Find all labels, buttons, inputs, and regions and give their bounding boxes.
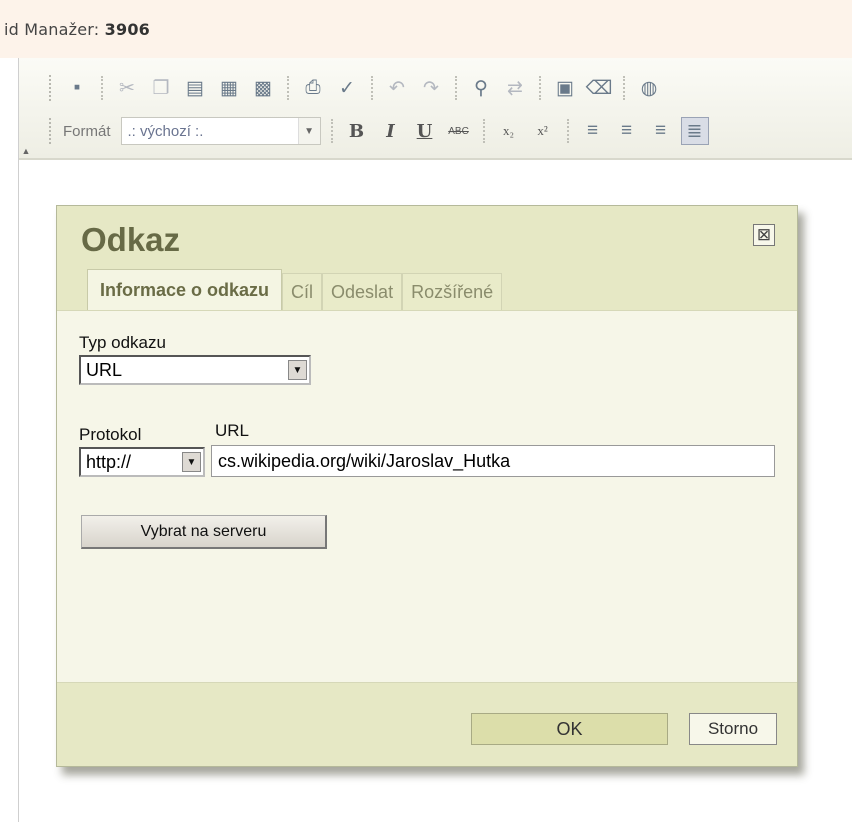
url-input[interactable]: cs.wikipedia.org/wiki/Jaroslav_Hutka: [211, 445, 775, 477]
print-icon[interactable]: ⎙: [299, 74, 327, 102]
toolbar-grip[interactable]: [49, 75, 53, 101]
link-icon[interactable]: ◍: [635, 74, 663, 102]
redo-icon[interactable]: ↷: [417, 74, 445, 102]
format-select[interactable]: .: výchozí :. ▼: [120, 117, 321, 145]
underline-button[interactable]: U: [411, 117, 439, 145]
align-center-icon[interactable]: ≡: [613, 117, 641, 145]
spellcheck-icon[interactable]: ✓: [333, 74, 361, 102]
replace-icon[interactable]: ⇄: [501, 74, 529, 102]
toolbar-separator: [455, 76, 457, 100]
cancel-button[interactable]: Storno: [689, 713, 777, 745]
close-icon[interactable]: ⊠: [753, 224, 775, 246]
toolbar-separator: [330, 119, 333, 143]
tab-upload[interactable]: Odeslat: [322, 273, 403, 311]
link-dialog: Odkaz ⊠ Informace o odkazu Cíl Odeslat R…: [56, 205, 798, 767]
toolbar-row-1: ▪ ✂ ❐ ▤ ▦ ▩ ⎙ ✓ ↶ ↷ ⚲ ⇄ ▣ ⌫ ◍: [49, 71, 663, 105]
dialog-body: Typ odkazu URL ▼ Protokol URL http:// ▼ …: [57, 310, 797, 682]
manager-id-value: 3906: [104, 20, 151, 39]
manager-id-label: id Manažer:: [4, 20, 100, 39]
toolbar-grip[interactable]: [49, 118, 53, 144]
undo-icon[interactable]: ↶: [383, 74, 411, 102]
browse-server-button[interactable]: Vybrat na serveru: [81, 515, 327, 549]
toolbar-separator: [287, 76, 289, 100]
strikethrough-button[interactable]: ABC: [445, 117, 473, 145]
bold-button[interactable]: B: [343, 117, 371, 145]
manager-id: id Manažer: 3906: [4, 20, 150, 39]
link-type-select[interactable]: URL ▼: [79, 355, 311, 385]
copy-icon[interactable]: ❐: [147, 74, 175, 102]
format-label: Formát: [63, 122, 111, 140]
protocol-select[interactable]: http:// ▼: [79, 447, 205, 477]
tab-link-info[interactable]: Informace o odkazu: [87, 269, 283, 311]
toolbar-separator: [371, 76, 373, 100]
tab-target[interactable]: Cíl: [282, 273, 323, 311]
toolbar-separator: [482, 119, 485, 143]
align-left-icon[interactable]: ≡: [579, 117, 607, 145]
toolbar-separator: [566, 119, 569, 143]
remove-format-icon[interactable]: ⌫: [585, 74, 613, 102]
cut-icon[interactable]: ✂: [113, 74, 141, 102]
editor-toolbar: ▲ ▪ ✂ ❐ ▤ ▦ ▩ ⎙ ✓ ↶ ↷ ⚲ ⇄ ▣ ⌫ ◍ Formát .…: [19, 58, 852, 160]
paste-text-icon[interactable]: ▦: [215, 74, 243, 102]
protocol-value: http://: [86, 452, 132, 472]
toolbar-row-2: Formát .: výchozí :. ▼ B I U ABC x₂ x² ≡…: [49, 114, 709, 148]
save-icon[interactable]: ▪: [63, 74, 91, 102]
link-type-label: Typ odkazu: [79, 333, 166, 352]
paste-icon[interactable]: ▤: [181, 74, 209, 102]
dialog-header: Odkaz ⊠ Informace o odkazu Cíl Odeslat R…: [57, 206, 797, 311]
collapse-toolbar-icon[interactable]: ▲: [19, 144, 33, 158]
tab-advanced[interactable]: Rozšířené: [402, 273, 503, 311]
dialog-tabs: Informace o odkazu Cíl Odeslat Rozšířené: [87, 269, 503, 311]
find-icon[interactable]: ⚲: [467, 74, 495, 102]
chevron-down-icon[interactable]: ▼: [288, 360, 307, 380]
chevron-down-icon[interactable]: ▼: [297, 118, 320, 144]
dialog-title: Odkaz: [81, 221, 181, 258]
url-label: URL: [215, 421, 250, 440]
toolbar-separator: [623, 76, 625, 100]
italic-button[interactable]: I: [377, 117, 405, 145]
superscript-button[interactable]: x²: [529, 117, 557, 145]
toolbar-separator: [539, 76, 541, 100]
format-select-value: .: výchozí :.: [127, 123, 204, 140]
paste-word-icon[interactable]: ▩: [249, 74, 277, 102]
align-justify-icon[interactable]: ≣: [680, 117, 709, 145]
chevron-down-icon[interactable]: ▼: [182, 452, 201, 472]
manager-strip: id Manažer: 3906: [0, 0, 852, 58]
protocol-label: Protokol: [79, 425, 142, 444]
align-right-icon[interactable]: ≡: [647, 117, 675, 145]
dialog-footer: OK Storno: [57, 682, 797, 766]
link-type-value: URL: [86, 360, 123, 380]
toolbar-separator: [101, 76, 103, 100]
subscript-button[interactable]: x₂: [495, 117, 523, 145]
select-all-icon[interactable]: ▣: [551, 74, 579, 102]
ok-button[interactable]: OK: [471, 713, 668, 745]
